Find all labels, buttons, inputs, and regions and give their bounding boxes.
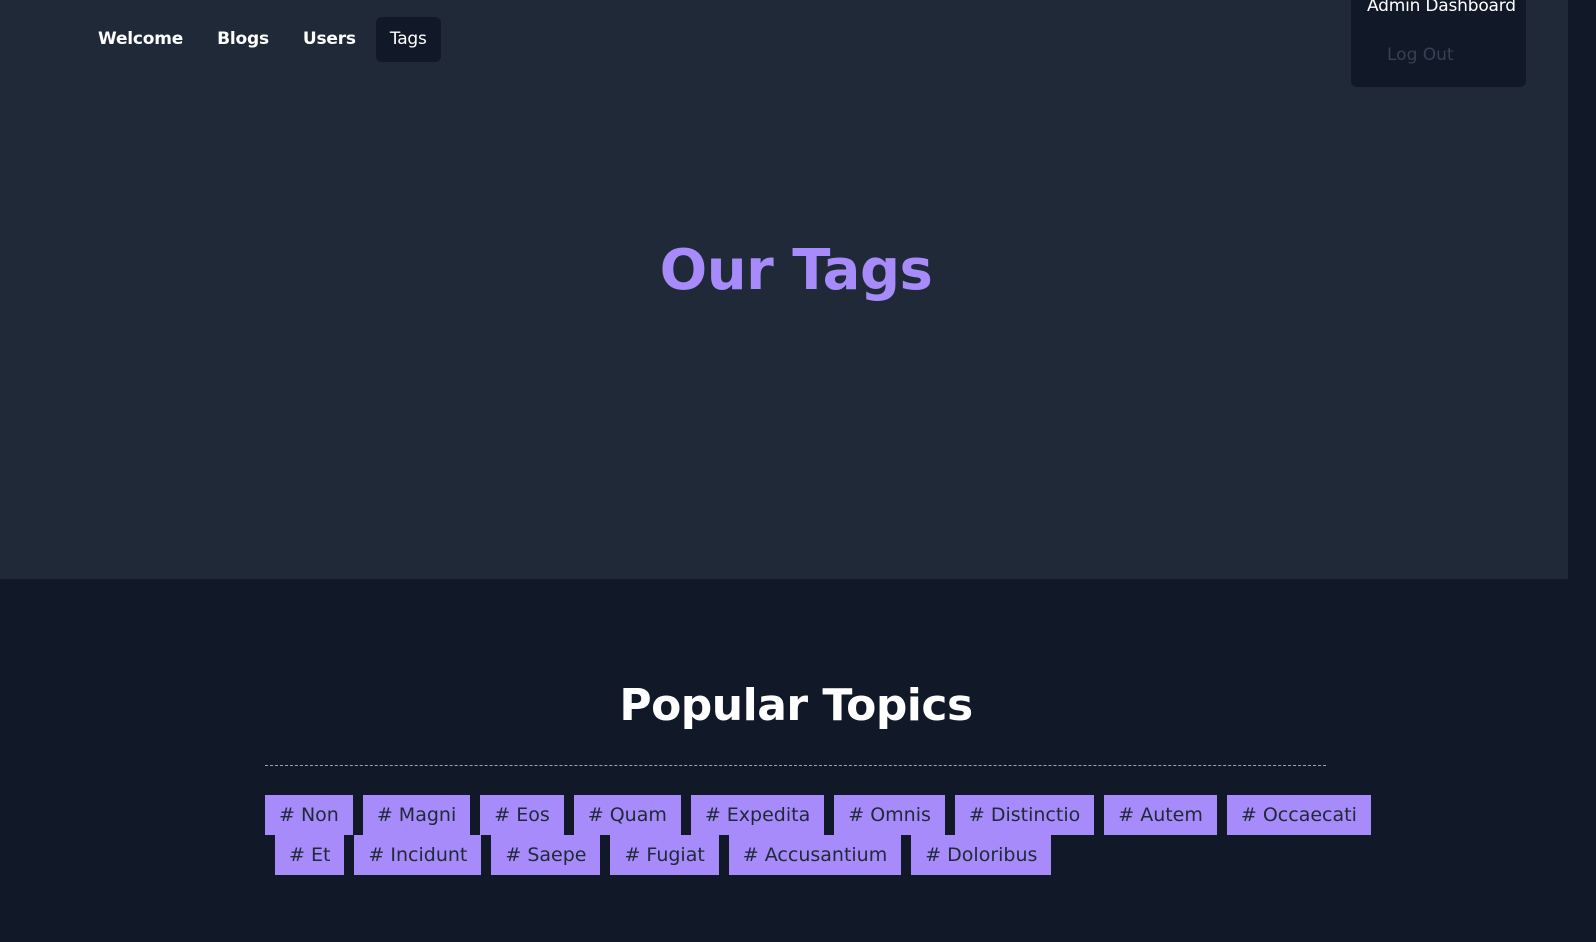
tag-autem[interactable]: # Autem xyxy=(1104,795,1217,835)
tag-magni[interactable]: # Magni xyxy=(362,795,471,835)
tag-accusantium[interactable]: # Accusantium xyxy=(728,835,902,875)
popular-topics-section xyxy=(0,579,1568,942)
divider xyxy=(265,765,1326,766)
tag-distinctio[interactable]: # Distinctio xyxy=(954,795,1095,835)
user-dropdown-menu: Admin Dashboard Log Out xyxy=(1351,0,1526,87)
tag-doloribus[interactable]: # Doloribus xyxy=(911,835,1052,875)
nav-blogs[interactable]: Blogs xyxy=(203,17,283,62)
section-title: Popular Topics xyxy=(619,680,973,731)
tag-non[interactable]: # Non xyxy=(265,795,353,835)
scrollbar[interactable] xyxy=(1568,0,1596,942)
main-nav: Welcome Blogs Users Tags xyxy=(84,17,441,62)
tag-saepe[interactable]: # Saepe xyxy=(491,835,601,875)
nav-tags[interactable]: Tags xyxy=(375,17,441,62)
tag-et[interactable]: # Et xyxy=(275,835,345,875)
logout-button[interactable]: Log Out xyxy=(1387,45,1454,65)
tag-fugiat[interactable]: # Fugiat xyxy=(610,835,719,875)
tag-expedita[interactable]: # Expedita xyxy=(690,795,825,835)
tag-occaecati[interactable]: # Occaecati xyxy=(1226,795,1371,835)
tag-incidunt[interactable]: # Incidunt xyxy=(354,835,482,875)
tag-eos[interactable]: # Eos xyxy=(480,795,564,835)
tag-omnis[interactable]: # Omnis xyxy=(834,795,945,835)
tag-quam[interactable]: # Quam xyxy=(573,795,681,835)
nav-users[interactable]: Users xyxy=(289,17,370,62)
tag-list: # Non # Magni # Eos # Quam # Expedita # … xyxy=(265,795,1371,875)
tag-row-2: # Et # Incidunt # Saepe # Fugiat # Accus… xyxy=(275,835,1326,875)
admin-dashboard-link[interactable]: Admin Dashboard xyxy=(1367,0,1516,16)
nav-welcome[interactable]: Welcome xyxy=(84,17,197,62)
page-title: Our Tags xyxy=(659,238,933,303)
tag-row-1: # Non # Magni # Eos # Quam # Expedita # … xyxy=(265,795,1371,835)
